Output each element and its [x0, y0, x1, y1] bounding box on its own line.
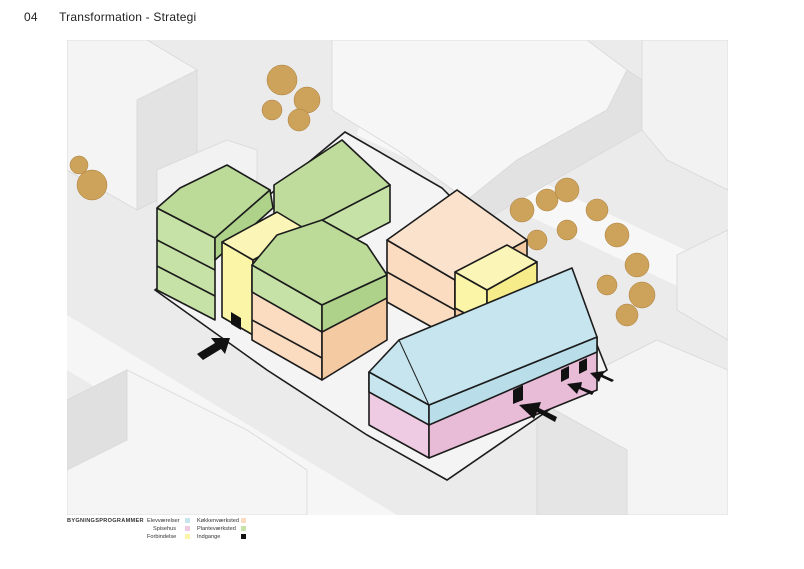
axonometric-drawing [67, 40, 728, 515]
legend-swatch [185, 518, 190, 523]
legend-item: Køkkenværksted [197, 518, 239, 524]
legend-swatch [185, 534, 190, 539]
legend-title: BYGNINGSPROGRAMMER [67, 518, 144, 524]
legend-item: Elevværelser [147, 518, 180, 524]
legend-swatch [241, 526, 246, 531]
axonometric-diagram [67, 40, 728, 515]
legend-swatch [185, 526, 190, 531]
legend-swatch [241, 518, 246, 523]
legend-item: Forbindelse [147, 534, 177, 540]
page-number: 04 [24, 10, 38, 24]
legend-item: Indgange [197, 534, 221, 540]
page-title: Transformation - Strategi [59, 10, 197, 24]
legend-item: Spisehus [153, 526, 177, 532]
page-header: 04 Transformation - Strategi [24, 10, 196, 24]
legend-item: Planteværksted [197, 526, 236, 532]
legend-swatch [241, 534, 246, 539]
